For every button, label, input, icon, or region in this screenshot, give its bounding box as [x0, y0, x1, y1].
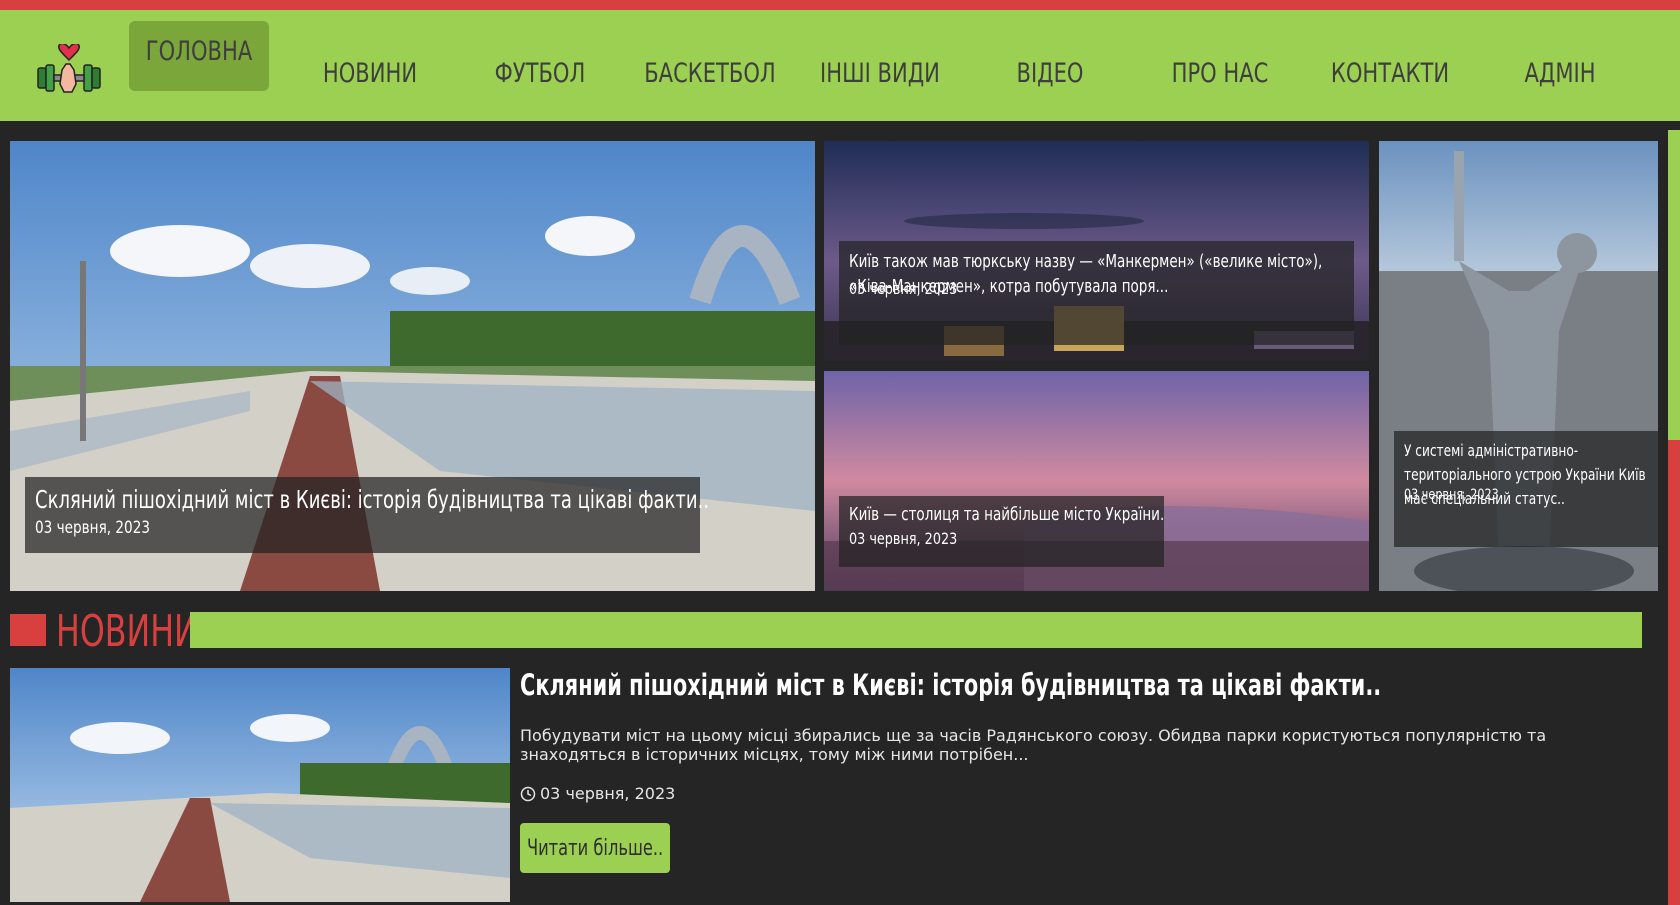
featured-card-kyiv-dusk[interactable]: Київ — столиця та найбільше місто Україн…	[824, 371, 1369, 591]
featured-card-bridge[interactable]: Скляний пішохідний міст в Києві: історія…	[10, 141, 815, 591]
nav-item-video[interactable]: ВІДЕО	[995, 50, 1104, 96]
top-accent-strip	[0, 0, 1680, 10]
scrollbar-track-green	[1668, 130, 1680, 440]
nav-item-golovna[interactable]: ГОЛОВНА	[144, 21, 253, 81]
section-marker	[10, 614, 46, 646]
news-section-header: НОВИНИ	[10, 606, 1642, 657]
featured-date: 03 червня, 2023	[849, 529, 958, 548]
nav-item-novyny[interactable]: НОВИНИ	[315, 50, 424, 96]
section-title: НОВИНИ	[56, 606, 198, 657]
featured-caption: Скляний пішохідний міст в Києві: історія…	[25, 477, 709, 553]
news-item-excerpt: Побудувати міст на цьому місці збирались…	[520, 726, 1547, 764]
nav-item-pro-nas[interactable]: ПРО НАС	[1158, 50, 1283, 96]
scrollbar-track-red	[1668, 440, 1680, 905]
nav-item-admin[interactable]: АДМІН	[1505, 50, 1614, 96]
featured-title[interactable]: Скляний пішохідний міст в Києві: історія…	[35, 485, 709, 514]
featured-date: 03 червня, 2023	[1404, 487, 1499, 503]
featured-date: 03 червня, 2023	[849, 279, 958, 298]
featured-caption: Київ також мав тюркську назву — «Манкерм…	[839, 241, 1354, 345]
main-navbar: ГОЛОВНА НОВИНИ ФУТБОЛ БАСКЕТБОЛ ІНШІ ВИД…	[0, 10, 1680, 121]
section-divider	[190, 612, 1642, 648]
heart-dumbbell-icon[interactable]	[36, 44, 102, 96]
nav-item-kontakty[interactable]: КОНТАКТИ	[1328, 50, 1453, 96]
news-item-meta: 03 червня, 2023	[520, 784, 675, 803]
read-more-button[interactable]: Читати більше..	[520, 823, 670, 873]
featured-card-motherland[interactable]: У системі адміністративно-територіальног…	[1379, 141, 1658, 591]
clock-icon	[520, 786, 536, 801]
read-more-label: Читати більше..	[526, 835, 664, 861]
featured-caption: Київ — столиця та найбільше місто Україн…	[839, 496, 1164, 567]
news-item-date: 03 червня, 2023	[540, 784, 676, 803]
news-item-title[interactable]: Скляний пішохідний міст в Києві: історія…	[520, 668, 1381, 702]
featured-card-kyiv-evening[interactable]: Київ також мав тюркську назву — «Манкерм…	[824, 141, 1369, 361]
featured-title[interactable]: Київ — столиця та найбільше місто Україн…	[849, 504, 1164, 525]
featured-date: 03 червня, 2023	[35, 518, 151, 538]
nav-item-basketbol[interactable]: БАСКЕТБОЛ	[644, 50, 777, 96]
nav-item-futbol[interactable]: ФУТБОЛ	[485, 50, 594, 96]
nav-item-inshi-vydy[interactable]: ІНШІ ВИДИ	[814, 50, 947, 96]
featured-caption: У системі адміністративно-територіальног…	[1394, 431, 1658, 547]
news-thumbnail[interactable]	[10, 668, 510, 902]
